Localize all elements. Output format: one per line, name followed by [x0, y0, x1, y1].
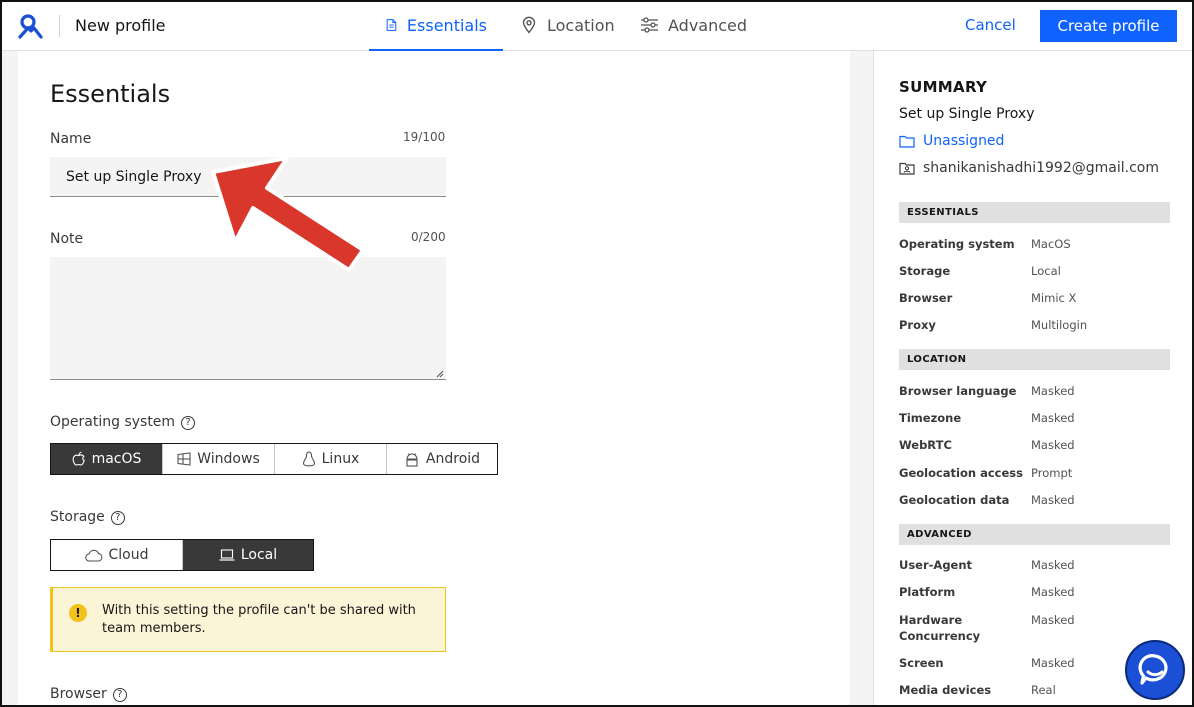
- summary-value: Local: [1031, 264, 1061, 278]
- summary-value: Mimic X: [1031, 291, 1077, 305]
- os-option-macos[interactable]: macOS: [51, 444, 163, 474]
- os-option-macos-label: macOS: [91, 451, 142, 467]
- browser-label-text: Browser: [50, 686, 107, 702]
- summary-owner: shanikanishadhi1992@gmail.com: [899, 160, 1159, 176]
- summary-key: Media devices: [899, 683, 992, 697]
- summary-value: Masked: [1031, 585, 1075, 599]
- storage-label: Storage?: [50, 509, 125, 525]
- summary-section-location: LOCATION: [899, 349, 1170, 370]
- warning-icon: !: [69, 604, 87, 622]
- os-option-windows-label: Windows: [197, 451, 260, 467]
- summary-folder-link[interactable]: Unassigned: [899, 133, 1004, 149]
- summary-key: Operating system: [899, 237, 1015, 251]
- location-pin-icon: [522, 16, 536, 34]
- os-option-linux[interactable]: Linux: [275, 444, 387, 474]
- tab-advanced-label: Advanced: [668, 15, 748, 35]
- summary-panel: SUMMARY Set up Single Proxy Unassigned s…: [875, 51, 1194, 707]
- summary-key: Hardware Concurrency: [899, 613, 981, 643]
- summary-section-advanced: ADVANCED: [899, 524, 1170, 545]
- summary-owner-email: shanikanishadhi1992@gmail.com: [923, 160, 1159, 176]
- header-divider: [59, 15, 60, 37]
- summary-value: Real: [1031, 683, 1056, 697]
- summary-key: Browser language: [899, 384, 1017, 398]
- tab-advanced[interactable]: Advanced: [640, 0, 747, 50]
- os-option-linux-label: Linux: [321, 451, 360, 467]
- summary-value: Masked: [1031, 558, 1075, 572]
- storage-selector: Cloud Local: [50, 539, 314, 571]
- page-title: New profile: [75, 16, 166, 35]
- summary-value: Masked: [1031, 493, 1075, 507]
- document-icon: [386, 19, 397, 31]
- section-title: Essentials: [50, 80, 171, 108]
- summary-key: Storage: [899, 264, 951, 278]
- tab-location[interactable]: Location: [520, 0, 615, 50]
- summary-key: Proxy: [899, 318, 936, 332]
- cancel-button[interactable]: Cancel: [965, 16, 1016, 34]
- chat-support-button[interactable]: [1125, 640, 1185, 700]
- os-selector: macOS Windows Linux Android: [50, 443, 498, 475]
- storage-warning-notification: ! With this setting the profile can't be…: [50, 587, 446, 652]
- name-label: Name: [50, 131, 92, 147]
- summary-key: Browser: [899, 291, 953, 305]
- storage-label-text: Storage: [50, 509, 105, 525]
- os-option-android-label: Android: [425, 451, 481, 467]
- storage-option-cloud[interactable]: Cloud: [51, 540, 183, 570]
- right-gutter: [850, 51, 874, 707]
- top-bar: New profile Essentials Location Advanced…: [0, 0, 1194, 51]
- user-folder-icon: [899, 162, 915, 175]
- tab-location-label: Location: [547, 15, 615, 35]
- os-option-android[interactable]: Android: [387, 444, 497, 474]
- windows-icon: [177, 452, 191, 466]
- warning-message: With this setting the profile can't be s…: [102, 603, 416, 636]
- multilogin-logo-icon[interactable]: [17, 13, 43, 39]
- help-icon[interactable]: ?: [110, 511, 125, 525]
- help-icon[interactable]: ?: [112, 688, 127, 702]
- summary-key: Platform: [899, 585, 956, 599]
- note-char-counter: 0/200: [411, 230, 446, 244]
- summary-value: Masked: [1031, 384, 1075, 398]
- summary-key: User-Agent: [899, 558, 973, 572]
- os-label: Operating system?: [50, 414, 196, 430]
- sliders-icon: [641, 17, 658, 33]
- summary-profile-name: Set up Single Proxy: [899, 106, 1035, 122]
- summary-value: MacOS: [1031, 237, 1071, 251]
- cloud-icon: [84, 549, 102, 562]
- storage-option-local[interactable]: Local: [183, 540, 313, 570]
- name-input[interactable]: [50, 157, 446, 197]
- browser-label: Browser?: [50, 686, 127, 702]
- summary-key: Screen: [899, 656, 944, 670]
- summary-value: Masked: [1031, 438, 1075, 452]
- summary-key: WebRTC: [899, 438, 952, 452]
- chat-bubble-icon: [1138, 654, 1168, 685]
- storage-option-cloud-label: Cloud: [108, 547, 149, 563]
- android-icon: [406, 452, 418, 467]
- summary-value: Masked: [1031, 613, 1075, 627]
- storage-option-local-label: Local: [240, 547, 278, 563]
- summary-value: Masked: [1031, 656, 1075, 670]
- linux-penguin-icon: [302, 451, 315, 467]
- os-option-windows[interactable]: Windows: [163, 444, 275, 474]
- create-profile-button[interactable]: Create profile: [1040, 10, 1177, 42]
- summary-value: Prompt: [1031, 466, 1073, 480]
- tab-essentials[interactable]: Essentials: [369, 0, 503, 51]
- tab-essentials-label: Essentials: [406, 15, 487, 35]
- summary-key: Timezone: [899, 411, 962, 425]
- os-label-text: Operating system: [50, 414, 176, 430]
- summary-section-essentials: ESSENTIALS: [899, 202, 1170, 223]
- folder-icon: [899, 135, 915, 148]
- laptop-icon: [219, 549, 235, 561]
- resize-handle-icon[interactable]: [436, 370, 444, 378]
- summary-key: Geolocation data: [899, 493, 1010, 507]
- summary-folder-label: Unassigned: [923, 133, 1005, 149]
- left-gutter: [2, 51, 18, 707]
- summary-value: Masked: [1031, 411, 1075, 425]
- summary-key: Geolocation access: [899, 466, 1023, 480]
- summary-value: Multilogin: [1031, 318, 1088, 332]
- note-textarea[interactable]: [50, 257, 446, 380]
- name-char-counter: 19/100: [403, 130, 446, 144]
- summary-title: SUMMARY: [899, 78, 988, 96]
- apple-icon: [72, 451, 85, 466]
- note-label: Note: [50, 231, 84, 247]
- help-icon[interactable]: ?: [181, 416, 196, 430]
